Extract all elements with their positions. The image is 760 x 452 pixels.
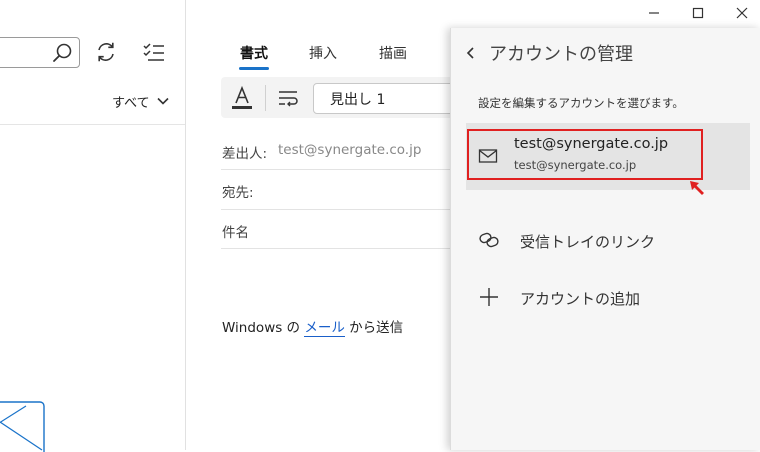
signature-suffix: から送信 xyxy=(344,320,404,336)
filter-dropdown[interactable]: すべて xyxy=(112,92,169,111)
back-arrow-icon[interactable] xyxy=(463,45,477,61)
highlight-annotation xyxy=(467,129,703,180)
toolbar-separator xyxy=(265,85,266,111)
font-color-icon[interactable] xyxy=(228,84,256,112)
pointer-arrow-icon xyxy=(690,181,704,195)
paragraph-style-value: 見出し 1 xyxy=(330,92,386,108)
to-field[interactable]: 宛先: xyxy=(222,181,254,201)
link-inboxes-label: 受信トレイのリンク xyxy=(520,233,656,251)
sync-icon[interactable] xyxy=(95,41,117,63)
tab-insert[interactable]: 挿入 xyxy=(309,43,337,63)
search-icon[interactable] xyxy=(52,42,74,64)
plus-icon xyxy=(480,288,498,306)
filter-label: すべて xyxy=(112,95,150,111)
active-tab-indicator xyxy=(239,67,269,70)
add-account-label: アカウントの追加 xyxy=(520,290,641,308)
divider xyxy=(0,124,185,125)
mail-app-link[interactable]: メール xyxy=(304,320,345,337)
subject-field[interactable]: 件名 xyxy=(222,221,249,241)
close-icon[interactable] xyxy=(734,5,750,21)
minimize-icon[interactable] xyxy=(646,5,662,21)
tab-draw[interactable]: 描画 xyxy=(379,43,407,63)
chevron-down-icon xyxy=(157,97,169,105)
email-signature: Windows の メール から送信 xyxy=(222,316,404,337)
divider xyxy=(221,169,461,170)
from-address[interactable]: test@synergate.co.jp xyxy=(278,142,421,158)
select-mode-icon[interactable] xyxy=(142,41,166,63)
paragraph-format-icon[interactable] xyxy=(276,86,300,110)
tab-format[interactable]: 書式 xyxy=(240,43,268,63)
maximize-icon[interactable] xyxy=(690,5,706,21)
divider xyxy=(221,248,461,249)
divider xyxy=(221,209,461,210)
from-label: 差出人: xyxy=(222,146,268,162)
signature-prefix: Windows の xyxy=(222,320,305,336)
panel-instruction: 設定を編集するアカウントを選びます。 xyxy=(478,96,684,110)
link-icon xyxy=(479,232,499,248)
empty-state-illustration xyxy=(0,401,45,452)
panel-title: アカウントの管理 xyxy=(489,44,633,65)
